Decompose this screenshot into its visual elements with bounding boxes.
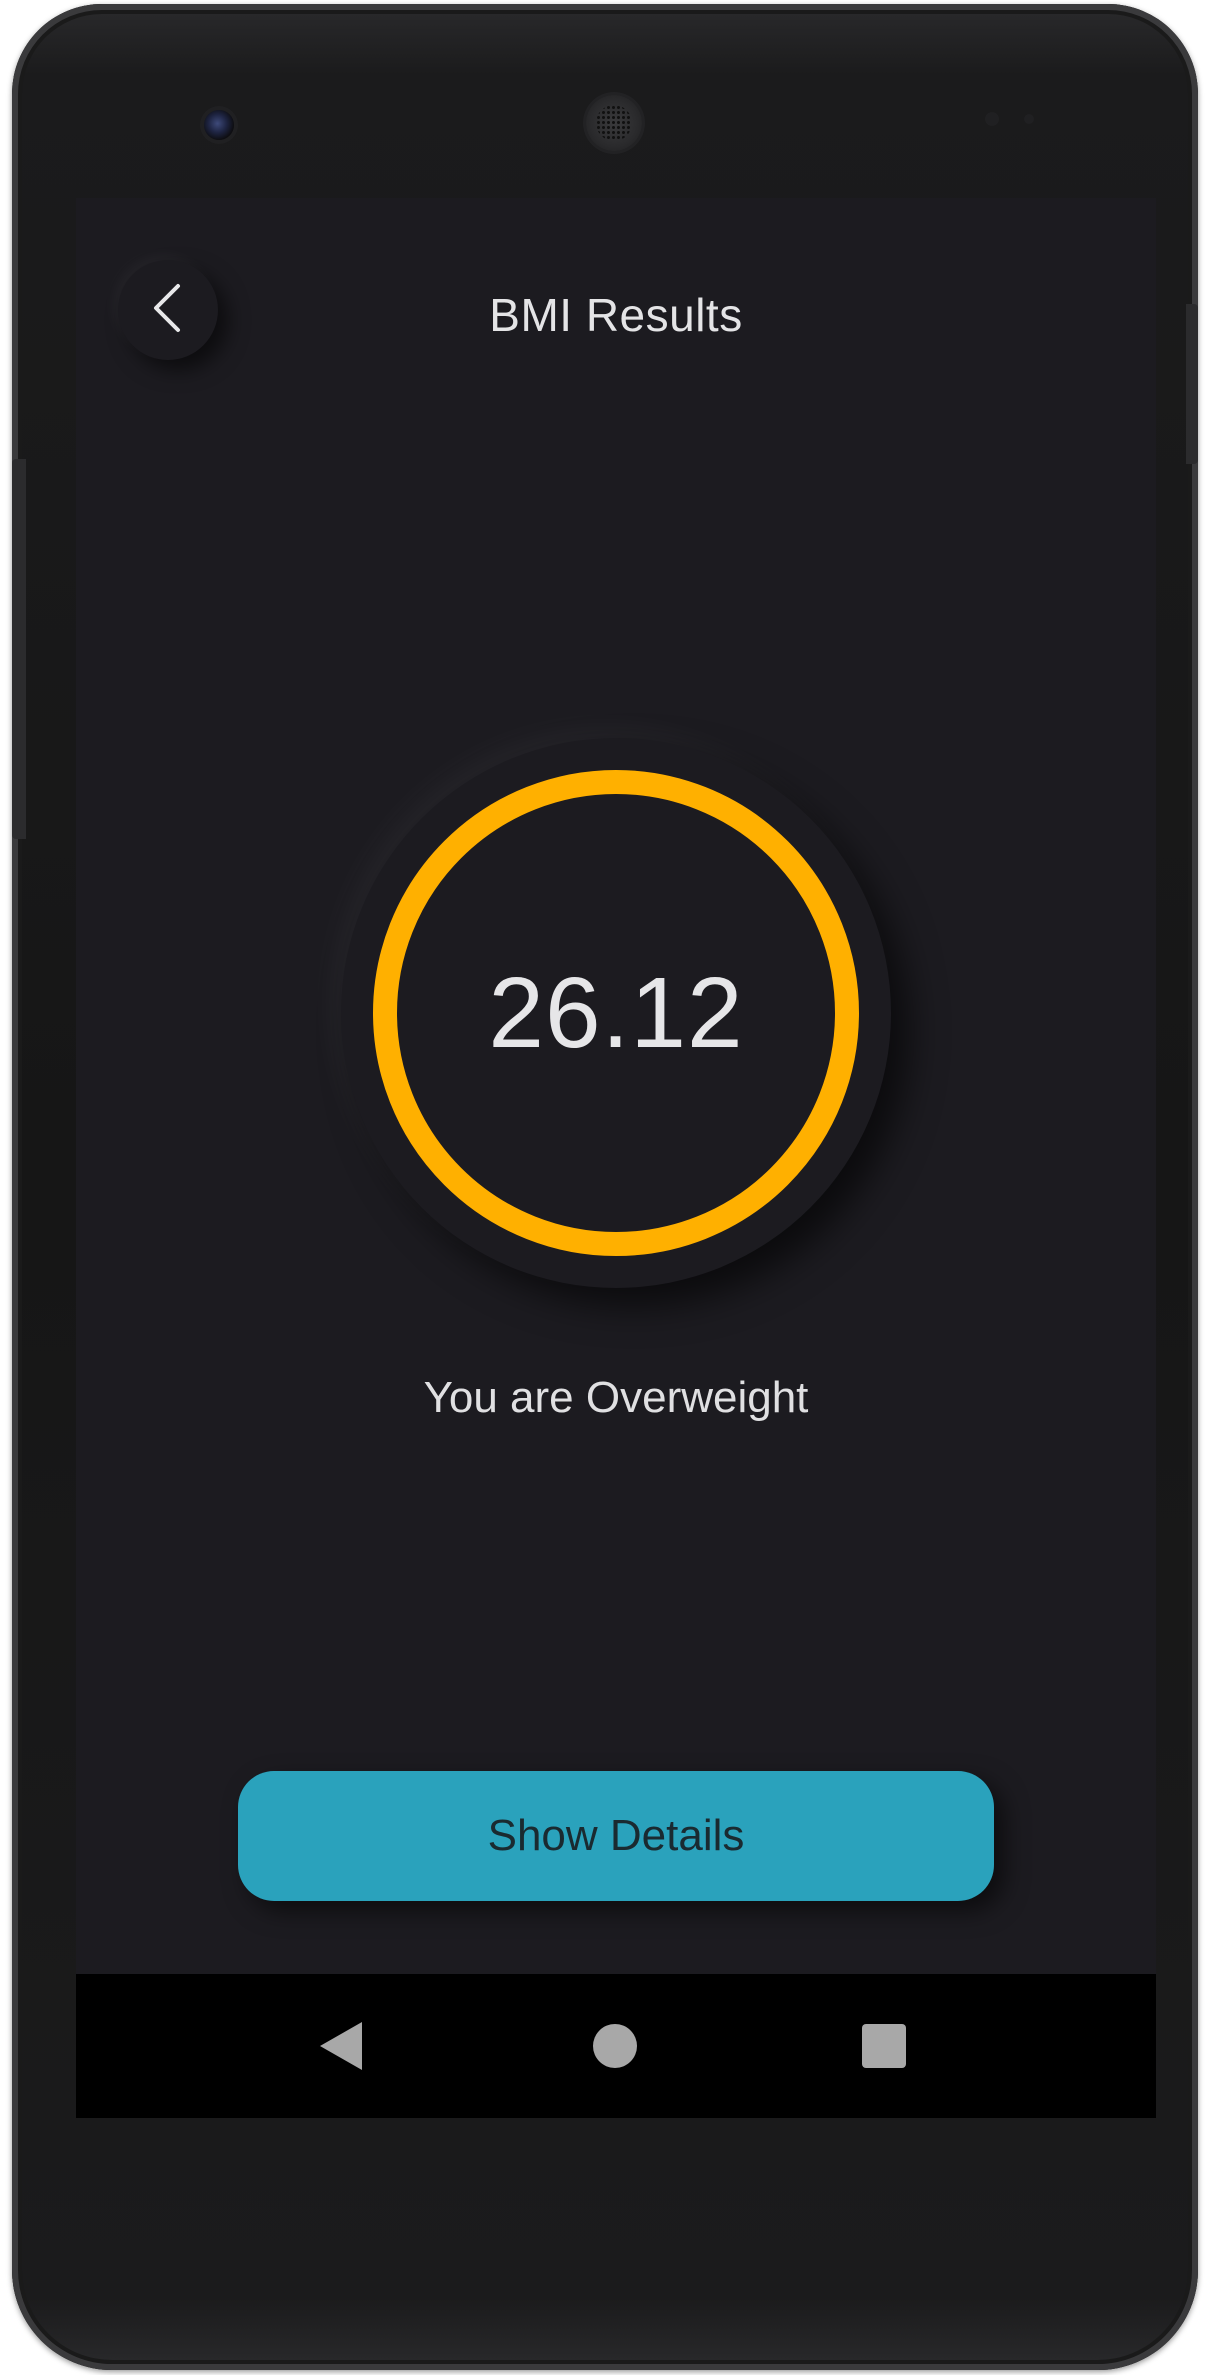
front-camera-icon bbox=[204, 110, 234, 140]
system-navigation-bar bbox=[76, 1974, 1156, 2118]
bmi-status-text: You are Overweight bbox=[423, 1373, 809, 1422]
nav-home-circle-icon[interactable] bbox=[593, 2024, 637, 2068]
show-details-button[interactable]: Show Details bbox=[238, 1771, 994, 1901]
power-button bbox=[1186, 304, 1198, 464]
bmi-ring: 26.12 bbox=[373, 770, 859, 1256]
nav-recents-square-icon[interactable] bbox=[862, 2024, 906, 2068]
earpiece-speaker-icon bbox=[586, 95, 642, 151]
bmi-gauge: 26.12 bbox=[341, 738, 891, 1288]
volume-button bbox=[12, 459, 26, 839]
phone-device-frame: BMI Results 26.12 You are Overweight Sho… bbox=[12, 4, 1198, 2370]
light-sensor-icon bbox=[1024, 114, 1034, 124]
bmi-value: 26.12 bbox=[488, 956, 744, 1069]
app-screen: BMI Results 26.12 You are Overweight Sho… bbox=[76, 198, 1156, 2118]
proximity-sensor-icon bbox=[985, 112, 999, 126]
nav-back-triangle-icon[interactable] bbox=[320, 2022, 362, 2070]
page-title: BMI Results bbox=[489, 289, 743, 341]
